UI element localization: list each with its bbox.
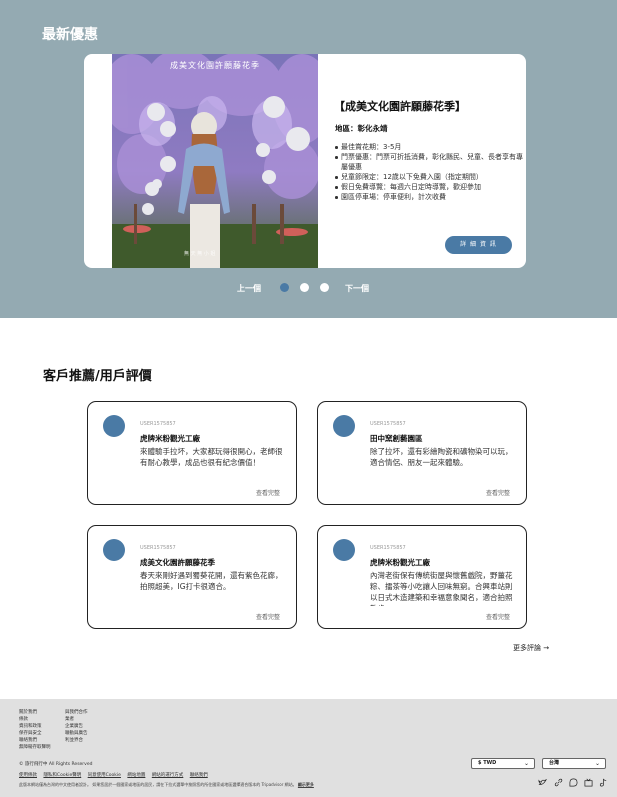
promo-name: 【成美文化園許願藤花季】 (334, 100, 466, 113)
review-username: USER1575857 (140, 421, 176, 427)
region-value: 台灣 (549, 760, 560, 766)
footer-legal-link[interactable]: 網站的運行方式 (152, 773, 184, 778)
footer-legal-link[interactable]: 隱私和Cookie聲明 (43, 773, 81, 778)
show-more-link[interactable]: 顯示更多 (298, 782, 314, 787)
chevron-down-icon: ⌄ (523, 760, 529, 767)
reviews-section-title: 客戶推薦/用戶評價 (43, 369, 152, 384)
review-username: USER1575857 (140, 545, 176, 551)
promo-info: 【成美文化園許願藤花季】 地區：彰化永靖 最佳賞花期：3-5月 門票優惠：門票可… (334, 98, 524, 202)
tv-icon[interactable] (584, 778, 593, 787)
avatar (103, 415, 125, 437)
footer-legal-link[interactable]: 聯絡我們 (190, 773, 208, 778)
detail-info-button[interactable]: 詳 細 資 訊 (445, 236, 512, 254)
promo-photo: 成美文化園許願藤花季 無 天 無 小 姐 (112, 54, 318, 268)
review-card[interactable]: USER1575857 成美文化園許願藤花季 春天來剛好遇到蜀葵花開，還有紫色花… (87, 525, 297, 629)
footer-note-text: 此版本網站僅為台灣的中文使用者設計。 如果您居於一個國家或地區的居民，請在下拉式… (19, 782, 297, 787)
footer-link[interactable]: 企業廣告 (65, 723, 88, 730)
twitter-icon[interactable] (538, 778, 547, 787)
footer-link[interactable]: 無障礙存取聲明 (19, 744, 51, 751)
footer-legal-link[interactable]: 網站地圖 (127, 773, 145, 778)
review-read-more-link[interactable]: 查看完整 (486, 488, 510, 497)
footer-link[interactable]: 聯絡我們 (19, 737, 51, 744)
promo-card[interactable]: 成美文化園許願藤花季 無 天 無 小 姐 【成美文化園許願藤花季】 地區：彰化永… (84, 54, 526, 268)
footer-link[interactable]: 保存與安全 (19, 730, 51, 737)
review-read-more-link[interactable]: 查看完整 (256, 612, 280, 621)
review-card[interactable]: USER1575857 虎牌米粉觀光工廠 內灣老街保有傳統街屋與懷舊戲院，野薑花… (317, 525, 527, 629)
promo-area: 地區：彰化永靖 (335, 124, 388, 133)
photo-caption: 成美文化園許願藤花季 (170, 61, 260, 70)
review-card[interactable]: USER1575857 田中窯創藝園區 除了拉坏，還有彩繪陶瓷和礦物染可以玩，適… (317, 401, 527, 505)
footer-link[interactable]: 資訊和政策 (19, 723, 51, 730)
footer-link[interactable]: 利並界合 (65, 737, 88, 744)
review-card[interactable]: USER1575857 虎牌米粉觀光工廠 來體驗手拉坏，大家都玩得很開心，老師很… (87, 401, 297, 505)
promo-section: 最新優惠 成美文化園許願藤花季 無 天 無 小 姐 【成美文化園許願藤花季】 地… (0, 0, 617, 318)
promo-detail-item: 最佳賞花期：3-5月 (334, 142, 524, 152)
review-text: 春天來剛好遇到蜀葵花開，還有紫色花廊，拍照超美，IG打卡很適合。 (140, 571, 283, 591)
next-button[interactable]: 下一個 (345, 283, 369, 295)
currency-value: $ TWD (478, 760, 497, 766)
pager-dot-3[interactable] (320, 283, 329, 292)
promo-detail-item: 兒童節限定：12歲以下免費入園（指定期間） (334, 172, 524, 182)
pager-dot-1[interactable] (280, 283, 289, 292)
review-text: 來體驗手拉坏，大家都玩得很開心，老師很有耐心教學，成品也很有紀念價值！ (140, 447, 283, 467)
chat-icon[interactable] (569, 778, 578, 787)
footer-link[interactable]: 聯動與廣告 (65, 730, 88, 737)
footer-legal-links: 使用條款 隱私和Cookie聲明 同意使用Cookie 網站地圖 網站的運行方式… (19, 772, 213, 778)
footer-legal-link[interactable]: 使用條款 (19, 773, 37, 778)
review-place-name: 成美文化園許願藤花季 (140, 558, 215, 567)
review-read-more-link[interactable]: 查看完整 (256, 488, 280, 497)
avatar (333, 415, 355, 437)
photo-watermark: 無 天 無 小 姐 (184, 251, 216, 257)
avatar (333, 539, 355, 561)
tiktok-icon[interactable] (599, 778, 608, 787)
footer-column-about: 關於我們 條款 資訊和政策 保存與安全 聯絡我們 無障礙存取聲明 (19, 709, 51, 751)
promo-detail-item: 園區停車場：停車便利，計次收費 (334, 192, 524, 202)
review-place-name: 虎牌米粉觀光工廠 (370, 558, 430, 567)
currency-select[interactable]: $ TWD ⌄ (471, 758, 535, 769)
review-place-name: 田中窯創藝園區 (370, 434, 423, 443)
footer-link[interactable]: 與我們合作 (65, 709, 88, 716)
prev-button[interactable]: 上一個 (237, 283, 261, 295)
promo-detail-item: 門票優惠：門票可折抵消費，彰化縣民、兒童、長者享有專屬優惠 (334, 152, 524, 172)
more-reviews-link[interactable]: 更多評論 → (513, 643, 549, 653)
region-select[interactable]: 台灣 ⌄ (542, 758, 606, 769)
wisteria-photo-image (112, 54, 318, 268)
promo-detail-item: 假日免費導覽：每週六日定時導覽，歡迎參加 (334, 182, 524, 192)
footer-link[interactable]: 業者 (65, 716, 88, 723)
footer-note: 此版本網站僅為台灣的中文使用者設計。 如果您居於一個國家或地區的居民，請在下拉式… (19, 782, 314, 788)
review-place-name: 虎牌米粉觀光工廠 (140, 434, 200, 443)
link-icon[interactable] (554, 778, 563, 787)
review-text: 除了拉坏，還有彩繪陶瓷和礦物染可以玩，適合情侶、朋友一起來體驗。 (370, 447, 513, 467)
promo-detail-list: 最佳賞花期：3-5月 門票優惠：門票可折抵消費，彰化縣民、兒童、長者享有專屬優惠… (334, 142, 524, 202)
chevron-down-icon: ⌄ (594, 760, 600, 767)
footer: 關於我們 條款 資訊和政策 保存與安全 聯絡我們 無障礙存取聲明 與我們合作 業… (0, 699, 617, 797)
footer-copyright: © 旅行飛行中 All Rights Reserved (19, 762, 93, 767)
footer-link[interactable]: 條款 (19, 716, 51, 723)
footer-column-partner: 與我們合作 業者 企業廣告 聯動與廣告 利並界合 (65, 709, 88, 744)
pager-dot-2[interactable] (300, 283, 309, 292)
review-text: 內灣老街保有傳統街屋與懷舊戲院，野薑花粽、擂茶等小吃讓人回味無窮。合興車站則以日… (370, 571, 513, 606)
promo-section-title: 最新優惠 (42, 27, 98, 43)
review-username: USER1575857 (370, 545, 406, 551)
review-username: USER1575857 (370, 421, 406, 427)
footer-link[interactable]: 關於我們 (19, 709, 51, 716)
avatar (103, 539, 125, 561)
review-read-more-link[interactable]: 查看完整 (486, 612, 510, 621)
footer-legal-link[interactable]: 同意使用Cookie (88, 773, 121, 778)
